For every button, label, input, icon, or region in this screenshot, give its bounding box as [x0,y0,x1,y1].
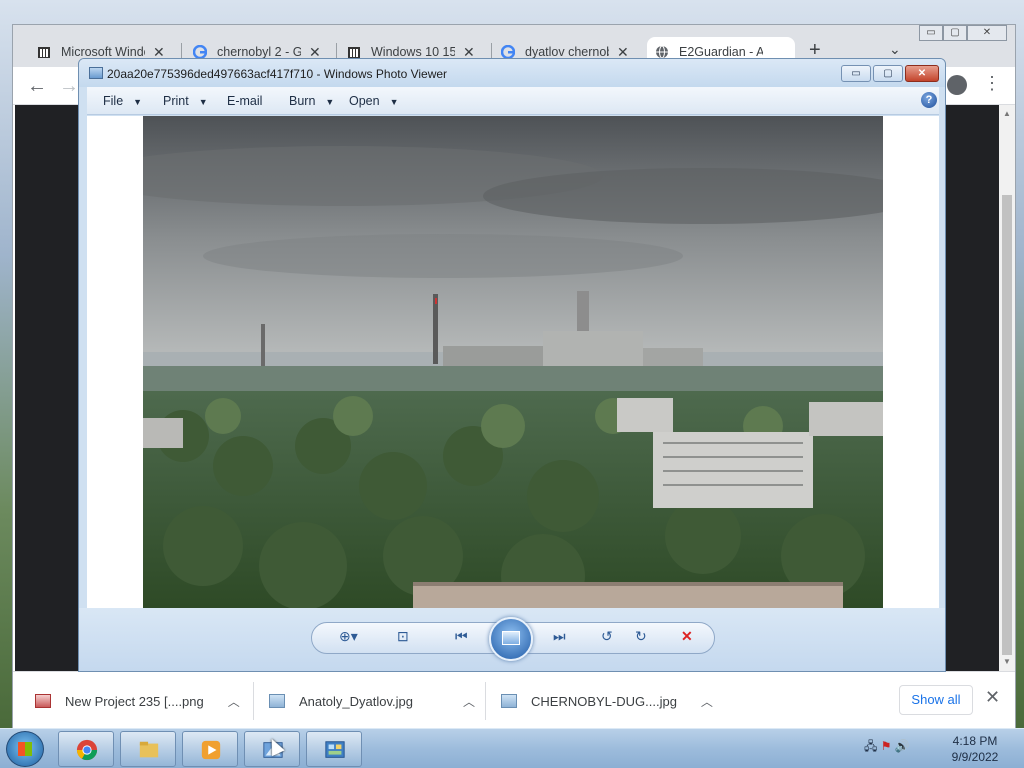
close-download-bar-icon[interactable]: ✕ [985,687,1000,708]
volume-icon[interactable]: 🔊 [895,739,910,753]
tab-title: dyatlov chernob [525,45,609,59]
rotate-counterclockwise-icon[interactable]: ↺ [601,628,613,645]
image-file-icon [269,694,285,708]
menu-label: File [103,94,124,108]
photo-viewer-window: 20aa20e775396ded497663acf417f710 - Windo… [78,58,946,672]
folder-icon [139,741,159,758]
delete-icon[interactable]: ✕ [681,628,693,645]
scroll-thumb[interactable] [1002,195,1012,655]
download-bar: New Project 235 [....png ︿ Anatoly_Dyatl… [13,671,1015,729]
vertical-scrollbar[interactable]: ▲ ▼ [999,105,1015,671]
chernobyl-photo [143,116,883,608]
clock-time: 4:18 PM [952,734,998,748]
menu-label: E-mail [227,94,263,108]
menu-email[interactable]: E-mail [227,94,262,108]
taskbar: 🖧 ⚑ 🔊 4:18 PM 9/9/2022 [0,728,1024,768]
menu-label: Burn [289,94,316,108]
forward-arrow-icon[interactable]: → [59,75,79,98]
scroll-down-icon[interactable]: ▼ [1003,657,1011,666]
actual-size-icon[interactable]: ⊡ [397,628,409,645]
maximize-button[interactable]: ▢ [873,65,903,82]
divider [485,682,486,720]
image-file-icon [501,694,517,708]
menu-open[interactable]: Open ▼ [349,94,399,108]
divider [253,682,254,720]
dropdown-arrow-icon: ▼ [389,97,399,107]
photo-viewer-titlebar[interactable]: 20aa20e775396ded497663acf417f710 - Windo… [79,59,945,87]
media-player-icon [201,740,221,760]
help-icon[interactable]: ? [921,92,937,108]
chrome-icon [76,739,98,761]
profile-avatar-icon[interactable] [947,75,967,95]
windows-logo-icon [18,742,32,756]
download-item[interactable]: CHERNOBYL-DUG....jpg ︿ [501,690,713,712]
back-arrow-icon[interactable]: ← [27,75,47,98]
dropdown-arrow-icon: ▼ [325,97,335,107]
download-item[interactable]: Anatoly_Dyatlov.jpg ︿ [269,690,475,712]
image-file-icon [35,694,51,708]
chevron-up-icon[interactable]: ︿ [463,693,475,710]
google-icon [192,44,208,60]
archive-icon [37,45,51,59]
viewer-controls-bar: ⊕▾ ⊡ ⏮ ⏭ ↺ ↻ ✕ [79,608,945,671]
tab-title: chernobyl 2 - Go [217,45,301,59]
close-button[interactable]: ✕ [905,65,939,82]
chrome-maximize-button[interactable]: ▢ [943,25,967,41]
action-center-icon[interactable]: ⚑ [881,739,892,753]
download-filename: New Project 235 [....png [65,693,204,709]
download-filename: Anatoly_Dyatlov.jpg [299,693,413,709]
tab-title: Windows 10 150 [371,45,455,59]
menu-burn[interactable]: Burn ▼ [289,94,334,108]
scroll-up-icon[interactable]: ▲ [1003,109,1011,118]
zoom-icon[interactable]: ⊕▾ [339,628,358,645]
download-item[interactable]: New Project 235 [....png ︿ [35,690,240,712]
slideshow-icon [502,631,520,645]
dropdown-arrow-icon: ▼ [198,97,208,107]
dropdown-arrow-icon: ▼ [133,97,143,107]
tab-title: E2Guardian - Ac [679,45,763,59]
menu-label: Print [163,94,189,108]
show-all-downloads-button[interactable]: Show all [899,685,973,715]
control-panel-icon [325,741,345,758]
download-filename: CHERNOBYL-DUG....jpg [531,693,677,709]
chevron-up-icon[interactable]: ︿ [701,693,713,710]
globe-icon [655,45,669,59]
slideshow-button[interactable] [489,617,533,661]
chevron-up-icon[interactable]: ︿ [228,693,240,710]
network-icon[interactable]: 🖧 [864,739,877,753]
taskbar-explorer[interactable] [120,731,176,767]
taskbar-control-panel[interactable] [306,731,362,767]
clock-date: 9/9/2022 [951,750,999,764]
window-title: 20aa20e775396ded497663acf417f710 - Windo… [107,67,448,81]
chrome-minimize-button[interactable]: ▭ [919,25,943,41]
menu-label: Open [349,94,380,108]
menu-file[interactable]: File ▼ [103,94,142,108]
start-button[interactable] [6,731,44,767]
chrome-close-button[interactable]: ✕ [967,25,1007,41]
minimize-button[interactable]: ▭ [841,65,871,82]
kebab-menu-icon[interactable]: ⋮ [983,73,1001,94]
image-canvas [87,116,939,608]
taskbar-chrome[interactable] [58,731,114,767]
menu-print[interactable]: Print ▼ [163,94,208,108]
tab-title: Microsoft Windo [61,45,145,59]
previous-icon[interactable]: ⏮ [455,628,468,645]
rotate-clockwise-icon[interactable]: ↻ [635,628,647,645]
google-icon [500,44,516,60]
taskbar-media-player[interactable] [182,731,238,767]
next-icon[interactable]: ⏭ [553,628,566,645]
clock[interactable]: 4:18 PM 9/9/2022 [940,733,1010,765]
archive-icon [347,45,361,59]
tab-search-chevron-icon[interactable]: ⌄ [889,41,901,58]
photo-viewer-app-icon [89,67,103,79]
photo-viewer-menubar: File ▼ Print ▼ E-mail Burn ▼ Open ▼ ? [87,87,939,115]
system-tray: 🖧 ⚑ 🔊 [864,737,910,758]
